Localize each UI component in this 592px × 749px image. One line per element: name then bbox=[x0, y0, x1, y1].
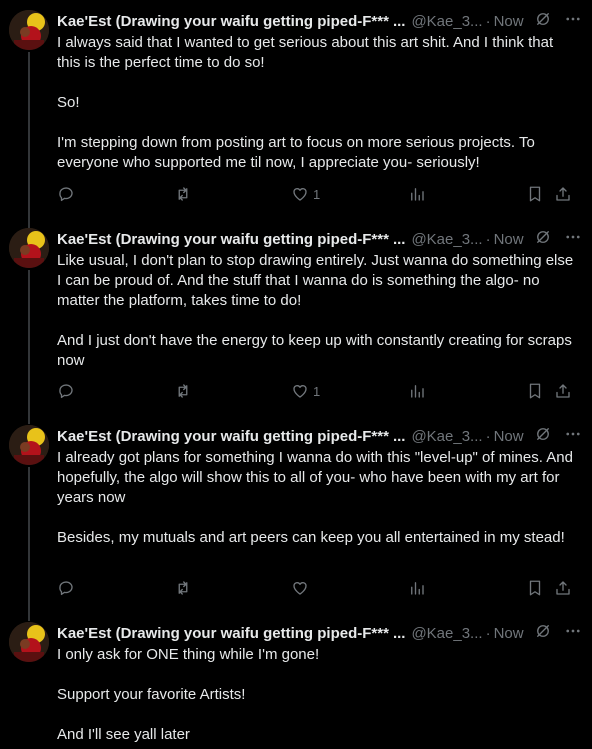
separator: · bbox=[485, 427, 491, 445]
share-icon bbox=[556, 581, 570, 595]
reply-button[interactable] bbox=[57, 379, 75, 403]
views-icon bbox=[411, 385, 424, 398]
tweet-paragraph: And I'll see yall later bbox=[57, 726, 190, 743]
separator: · bbox=[485, 624, 491, 642]
share-icon bbox=[556, 384, 570, 398]
tweet-paragraph: So! bbox=[57, 94, 80, 111]
share-button[interactable] bbox=[554, 576, 572, 600]
like-count: 1 bbox=[313, 383, 321, 399]
tweet[interactable]: Kae'Est (Drawing your waifu getting pipe… bbox=[0, 0, 592, 218]
author-name[interactable]: Kae'Est (Drawing your waifu getting pipe… bbox=[57, 428, 389, 445]
reply-button[interactable] bbox=[57, 576, 75, 600]
retweet-button[interactable] bbox=[174, 576, 192, 600]
views-button[interactable] bbox=[408, 379, 426, 403]
tweet[interactable]: Kae'Est (Drawing your waifu getting pipe… bbox=[0, 612, 592, 749]
grok-icon[interactable] bbox=[534, 622, 552, 644]
bookmark-button[interactable] bbox=[526, 379, 544, 403]
tweet-text: I only ask for ONE thing while I'm gone!… bbox=[57, 645, 576, 745]
grok-icon[interactable] bbox=[534, 10, 552, 32]
tweet-paragraph: Support your favorite Artists! bbox=[57, 686, 246, 703]
retweet-icon bbox=[178, 581, 188, 595]
avatar[interactable] bbox=[9, 425, 49, 465]
timestamp[interactable]: Now bbox=[494, 13, 524, 30]
retweet-button[interactable] bbox=[174, 182, 192, 206]
timestamp[interactable]: Now bbox=[494, 625, 524, 642]
like-count: 1 bbox=[313, 186, 321, 202]
separator: · bbox=[485, 12, 491, 30]
tweet-header: Kae'Est (Drawing your waifu getting pipe… bbox=[57, 229, 582, 249]
avatar[interactable] bbox=[9, 228, 49, 268]
like-icon bbox=[293, 385, 307, 398]
author-handle[interactable]: @Kae_3... bbox=[411, 625, 482, 642]
author-handle[interactable]: @Kae_3... bbox=[411, 231, 482, 248]
share-button[interactable] bbox=[554, 379, 572, 403]
tweet-paragraph: I already got plans for something I wann… bbox=[57, 449, 578, 506]
author-name[interactable]: Kae'Est (Drawing your waifu getting pipe… bbox=[57, 13, 389, 30]
retweet-button[interactable] bbox=[174, 379, 192, 403]
more-icon[interactable] bbox=[564, 228, 582, 250]
tweet-text: I always said that I wanted to get serio… bbox=[57, 33, 576, 173]
avatar[interactable] bbox=[9, 622, 49, 662]
tweet-paragraph: Besides, my mutuals and art peers can ke… bbox=[57, 529, 565, 546]
tweet-paragraph: I'm stepping down from posting art to fo… bbox=[57, 134, 539, 171]
action-bar: 1 bbox=[57, 379, 582, 403]
author-name[interactable]: Kae'Est (Drawing your waifu getting pipe… bbox=[57, 231, 389, 248]
share-button[interactable] bbox=[554, 182, 572, 206]
bookmark-icon bbox=[529, 186, 541, 202]
tweet-header: Kae'Est (Drawing your waifu getting pipe… bbox=[57, 11, 582, 31]
more-icon[interactable] bbox=[564, 10, 582, 32]
reply-icon bbox=[59, 581, 73, 596]
bookmark-icon bbox=[529, 580, 541, 596]
avatar[interactable] bbox=[9, 10, 49, 50]
name-ellipsis: ... bbox=[392, 12, 406, 30]
grok-icon[interactable] bbox=[534, 425, 552, 447]
reply-icon bbox=[59, 384, 73, 399]
tweet[interactable]: Kae'Est (Drawing your waifu getting pipe… bbox=[0, 415, 592, 612]
tweet-header: Kae'Est (Drawing your waifu getting pipe… bbox=[57, 426, 582, 446]
bookmark-button[interactable] bbox=[526, 576, 544, 600]
name-ellipsis: ... bbox=[392, 427, 406, 445]
views-icon bbox=[411, 582, 424, 595]
name-ellipsis: ... bbox=[392, 230, 406, 248]
name-ellipsis: ... bbox=[392, 624, 406, 642]
retweet-icon bbox=[178, 187, 188, 201]
action-bar: 1 bbox=[57, 182, 582, 206]
reply-icon bbox=[59, 187, 73, 202]
separator: · bbox=[485, 230, 491, 248]
views-button[interactable] bbox=[408, 576, 426, 600]
author-handle[interactable]: @Kae_3... bbox=[411, 428, 482, 445]
tweet[interactable]: Kae'Est (Drawing your waifu getting pipe… bbox=[0, 218, 592, 415]
grok-icon[interactable] bbox=[534, 228, 552, 250]
tweet-paragraph: I always said that I wanted to get serio… bbox=[57, 34, 558, 71]
like-button[interactable] bbox=[291, 576, 313, 600]
author-handle[interactable]: @Kae_3... bbox=[411, 13, 482, 30]
tweet-paragraph: I only ask for ONE thing while I'm gone! bbox=[57, 646, 320, 663]
more-icon[interactable] bbox=[564, 622, 582, 644]
author-name[interactable]: Kae'Est (Drawing your waifu getting pipe… bbox=[57, 625, 389, 642]
views-icon bbox=[411, 188, 424, 201]
tweet-paragraph: Like usual, I don't plan to stop drawing… bbox=[57, 252, 578, 309]
views-button[interactable] bbox=[408, 182, 426, 206]
share-icon bbox=[556, 187, 570, 201]
bookmark-icon bbox=[529, 383, 541, 399]
tweet-text: Like usual, I don't plan to stop drawing… bbox=[57, 251, 576, 371]
tweet-paragraph: And I just don't have the energy to keep… bbox=[57, 332, 576, 369]
like-button[interactable]: 1 bbox=[291, 379, 320, 403]
more-icon[interactable] bbox=[564, 425, 582, 447]
tweet-header: Kae'Est (Drawing your waifu getting pipe… bbox=[57, 623, 582, 643]
reply-button[interactable] bbox=[57, 182, 75, 206]
like-icon bbox=[293, 188, 307, 201]
like-icon bbox=[293, 582, 307, 595]
retweet-icon bbox=[178, 384, 188, 398]
action-bar bbox=[57, 576, 582, 600]
timestamp[interactable]: Now bbox=[494, 428, 524, 445]
tweet-text: I already got plans for something I wann… bbox=[57, 448, 576, 548]
timestamp[interactable]: Now bbox=[494, 231, 524, 248]
like-button[interactable]: 1 bbox=[291, 182, 320, 206]
bookmark-button[interactable] bbox=[526, 182, 544, 206]
